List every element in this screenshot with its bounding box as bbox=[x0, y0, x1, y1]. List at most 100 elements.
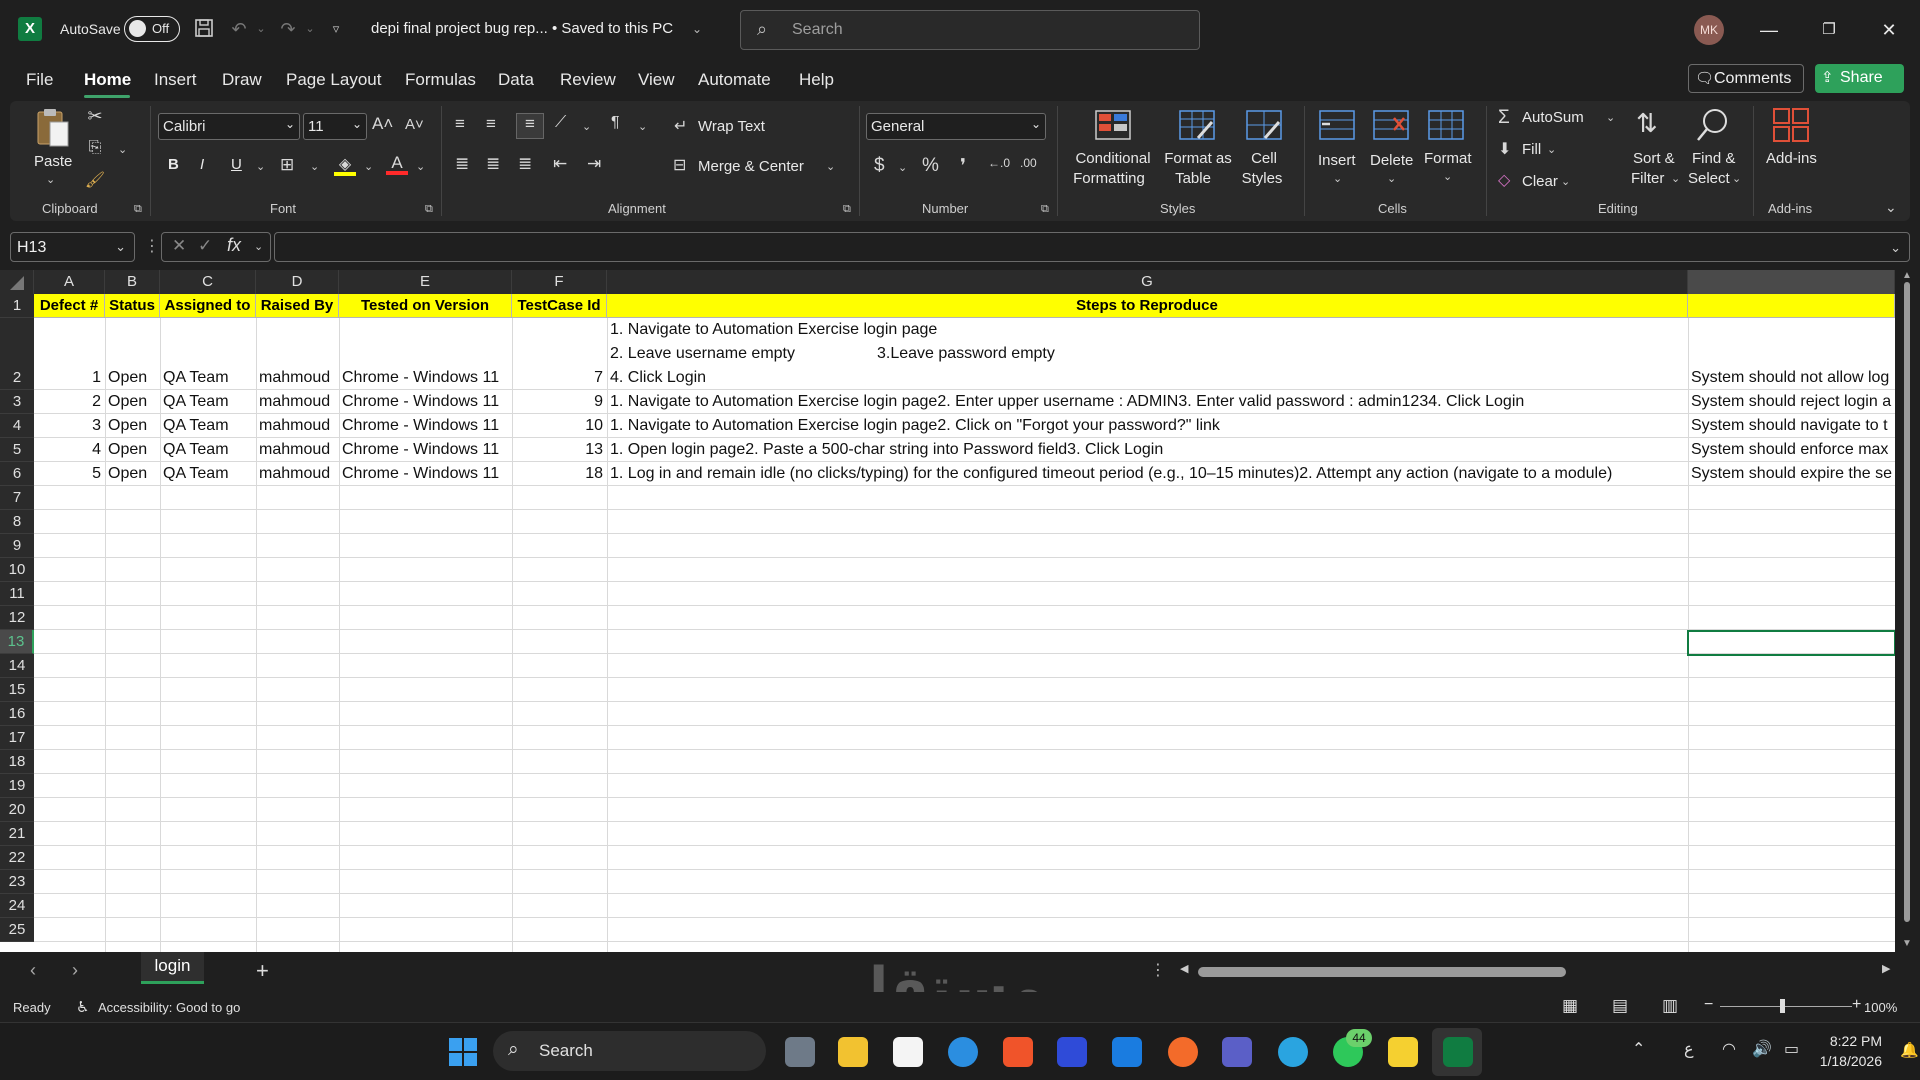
cell-status[interactable]: Open bbox=[105, 462, 160, 486]
clipboard-launcher-icon[interactable]: ⧉ bbox=[134, 203, 142, 216]
wrap-text-icon[interactable]: ↵ bbox=[674, 116, 687, 136]
font-launcher-icon[interactable]: ⧉ bbox=[425, 203, 433, 216]
wrap-text-button[interactable]: Wrap Text bbox=[698, 118, 765, 135]
align-middle-icon[interactable]: ≡ bbox=[486, 114, 496, 134]
cell-raised[interactable]: mahmoud bbox=[256, 414, 339, 438]
header-defect[interactable]: Defect # bbox=[34, 294, 105, 318]
find-select-dropdown-icon[interactable]: ⌄ bbox=[1732, 172, 1741, 185]
orientation-icon[interactable]: ⟋ bbox=[555, 114, 566, 132]
horizontal-scroll-thumb[interactable] bbox=[1198, 967, 1566, 977]
cell-raised[interactable]: mahmoud bbox=[256, 390, 339, 414]
telegram-icon[interactable] bbox=[1278, 1037, 1308, 1067]
cell-steps[interactable]: 1. Navigate to Automation Exercise login… bbox=[607, 390, 1688, 414]
format-dropdown-icon[interactable]: ⌄ bbox=[1443, 170, 1452, 183]
header-expected[interactable] bbox=[1688, 294, 1895, 318]
task-view-icon[interactable] bbox=[785, 1037, 815, 1067]
row-header-19[interactable]: 19 bbox=[0, 774, 34, 798]
currency-icon[interactable]: $ bbox=[874, 155, 885, 177]
show-hidden-icons[interactable]: ⌃ bbox=[1632, 1039, 1645, 1059]
fill-color-dropdown-icon[interactable]: ⌄ bbox=[364, 160, 373, 173]
tab-formulas[interactable]: Formulas bbox=[405, 70, 476, 90]
redo-dropdown-icon[interactable]: ⌄ bbox=[299, 18, 321, 40]
zoom-in-icon[interactable]: + bbox=[1852, 996, 1861, 1014]
row-header-4[interactable]: 4 bbox=[0, 414, 34, 438]
conditional-formatting-label-2[interactable]: Formatting bbox=[1064, 170, 1154, 187]
cell-steps[interactable]: 1. Log in and remain idle (no clicks/typ… bbox=[607, 462, 1688, 486]
page-layout-view-icon[interactable]: ▤ bbox=[1612, 996, 1628, 1016]
spreadsheet-grid[interactable]: A B C D E F G 1 2 3 4 5 6 7 8 9 10 11 12 13 14 15 16 17 1… bbox=[0, 270, 1895, 952]
autosave-toggle[interactable]: Off bbox=[124, 16, 180, 42]
row-header-11[interactable]: 11 bbox=[0, 582, 34, 606]
cell-status[interactable]: Open bbox=[105, 390, 160, 414]
header-raised-by[interactable]: Raised By bbox=[256, 294, 339, 318]
insert-cells-icon[interactable] bbox=[1318, 108, 1356, 147]
cell-raised[interactable]: mahmoud bbox=[256, 366, 339, 390]
cell-defect[interactable]: 2 bbox=[34, 390, 105, 414]
increase-indent-icon[interactable]: ⇥ bbox=[587, 154, 601, 174]
cell-defect[interactable]: 5 bbox=[34, 462, 105, 486]
row-header-3[interactable]: 3 bbox=[0, 390, 34, 414]
decrease-decimal-icon[interactable]: .00 bbox=[1020, 156, 1037, 170]
increase-font-icon[interactable]: A˄ bbox=[372, 114, 393, 134]
align-right-icon[interactable]: ≣ bbox=[518, 154, 532, 174]
fill-color-icon[interactable]: ◈ bbox=[334, 154, 356, 176]
minimize-icon[interactable]: — bbox=[1754, 16, 1784, 44]
cancel-entry-icon[interactable]: ✕ bbox=[172, 236, 186, 256]
cell-version[interactable]: Chrome - Windows 11 bbox=[339, 414, 512, 438]
format-as-table-icon[interactable] bbox=[1178, 108, 1216, 147]
name-box[interactable]: H13 ⌄ bbox=[10, 232, 135, 262]
row-header-5[interactable]: 5 bbox=[0, 438, 34, 462]
scroll-up-icon[interactable]: ▲ bbox=[1902, 270, 1912, 281]
more-options-icon[interactable]: ⋮ bbox=[144, 236, 160, 256]
column-header-h[interactable] bbox=[1688, 270, 1895, 294]
expand-formula-icon[interactable]: ⌄ bbox=[1890, 240, 1901, 256]
tab-review[interactable]: Review bbox=[560, 70, 616, 90]
cell-defect[interactable]: 4 bbox=[34, 438, 105, 462]
notifications-icon[interactable]: 🔔 bbox=[1900, 1041, 1919, 1059]
cell-tc[interactable]: 13 bbox=[512, 438, 607, 462]
insert-cells-label[interactable]: Insert bbox=[1318, 152, 1356, 169]
cell-tc[interactable]: 10 bbox=[512, 414, 607, 438]
customize-toolbar-icon[interactable]: ▿ bbox=[325, 18, 347, 40]
document-title[interactable]: depi final project bug rep... • Saved to… bbox=[371, 20, 673, 37]
align-center-icon[interactable]: ≣ bbox=[486, 154, 500, 174]
comma-style-icon[interactable]: ❜ bbox=[960, 155, 966, 178]
wifi-icon[interactable]: ◠ bbox=[1722, 1039, 1736, 1059]
cell-raised[interactable]: mahmoud bbox=[256, 462, 339, 486]
cell-expected[interactable]: System should enforce max bbox=[1688, 438, 1895, 462]
cell-tc[interactable]: 9 bbox=[512, 390, 607, 414]
row-header-16[interactable]: 16 bbox=[0, 702, 34, 726]
add-ins-button[interactable]: Add-ins bbox=[1766, 150, 1817, 167]
tab-view[interactable]: View bbox=[638, 70, 675, 90]
cell-assigned[interactable]: QA Team bbox=[160, 414, 256, 438]
add-sheet-button[interactable]: + bbox=[256, 958, 269, 984]
avatar[interactable]: MK bbox=[1694, 15, 1724, 45]
column-header-d[interactable]: D bbox=[256, 270, 339, 294]
more-sheets-icon[interactable]: ⋮ bbox=[1150, 960, 1166, 980]
row-header-14[interactable]: 14 bbox=[0, 654, 34, 678]
row-header-22[interactable]: 22 bbox=[0, 846, 34, 870]
restore-icon[interactable]: ❐ bbox=[1814, 16, 1844, 44]
decrease-indent-icon[interactable]: ⇤ bbox=[553, 154, 567, 174]
cell-status[interactable]: Open bbox=[105, 438, 160, 462]
percent-icon[interactable]: % bbox=[922, 155, 939, 177]
zoom-out-icon[interactable]: − bbox=[1704, 996, 1713, 1014]
header-testcase-id[interactable]: TestCase Id bbox=[512, 294, 607, 318]
header-assigned-to[interactable]: Assigned to bbox=[160, 294, 256, 318]
borders-icon[interactable]: ⊞ bbox=[280, 155, 294, 175]
orientation-dropdown-icon[interactable]: ⌄ bbox=[582, 120, 591, 133]
sheet-tab-login[interactable]: login bbox=[141, 952, 204, 984]
select-all-corner[interactable] bbox=[0, 270, 34, 294]
row-header-8[interactable]: 8 bbox=[0, 510, 34, 534]
header-status[interactable]: Status bbox=[105, 294, 160, 318]
fill-dropdown-icon[interactable]: ⌄ bbox=[1547, 143, 1556, 156]
function-dropdown-icon[interactable]: ⌄ bbox=[254, 240, 263, 253]
column-header-a[interactable]: A bbox=[34, 270, 105, 294]
cell-tc[interactable]: 7 bbox=[512, 366, 607, 390]
cut-icon[interactable]: ✂ bbox=[84, 106, 106, 127]
cell-defect[interactable]: 1 bbox=[34, 366, 105, 390]
row-header-7[interactable]: 7 bbox=[0, 486, 34, 510]
align-top-icon[interactable]: ≡ bbox=[455, 114, 465, 134]
sort-filter-label-1[interactable]: Sort & bbox=[1633, 150, 1675, 167]
conditional-formatting-icon[interactable] bbox=[1094, 108, 1132, 147]
